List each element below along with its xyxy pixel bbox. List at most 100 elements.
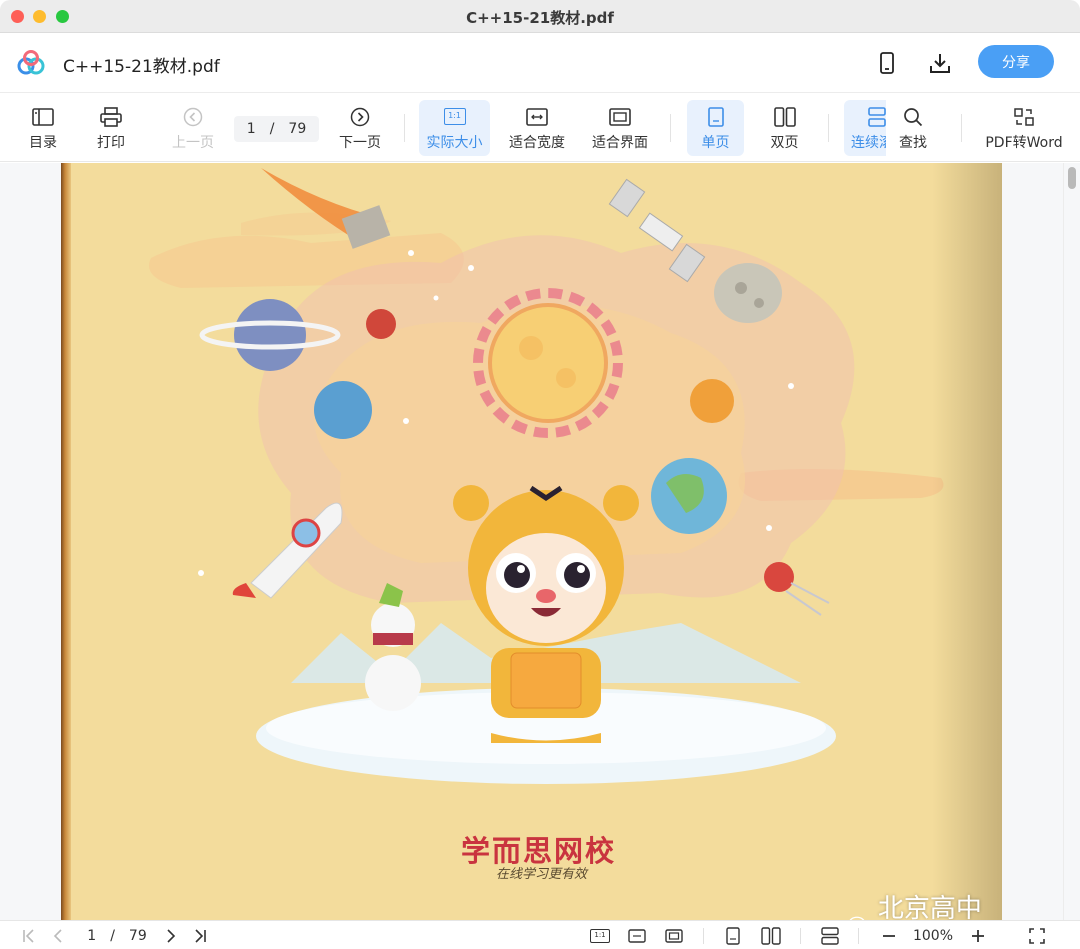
actual-size-label: 实际大小 bbox=[426, 134, 483, 151]
bottom-divider bbox=[800, 928, 801, 944]
continuous-scroll-icon bbox=[868, 106, 886, 127]
printer-icon bbox=[100, 106, 122, 127]
toolbar-divider bbox=[828, 114, 829, 142]
total-pages: 79 bbox=[288, 121, 307, 137]
bottom-total-pages: 79 bbox=[128, 928, 147, 944]
fit-width-icon bbox=[526, 107, 548, 126]
page-shadow bbox=[932, 163, 1002, 920]
toolbar-divider bbox=[670, 114, 671, 142]
find-button[interactable]: 查找 bbox=[889, 100, 937, 156]
minus-icon bbox=[883, 935, 895, 937]
bottom-divider bbox=[858, 928, 859, 944]
double-page-icon bbox=[761, 927, 781, 945]
actual-size-icon: 1:1 bbox=[590, 929, 610, 943]
print-label: 打印 bbox=[97, 134, 125, 151]
toc-label: 目录 bbox=[29, 134, 57, 151]
fit-page-button[interactable]: 适合界面 bbox=[586, 100, 654, 156]
fit-width-icon bbox=[628, 929, 646, 943]
double-page-button[interactable]: 双页 bbox=[756, 100, 813, 156]
zoom-level[interactable]: 100% bbox=[906, 925, 960, 947]
document-viewer[interactable]: 学而思网校 在线学习更有效 北京高中学习资料 bbox=[0, 163, 1080, 920]
bottom-divider bbox=[703, 928, 704, 944]
phone-icon bbox=[880, 52, 894, 74]
bottom-prev-page-button[interactable] bbox=[48, 925, 68, 947]
bottom-current-page: 1 bbox=[87, 928, 97, 944]
bottom-single-page-button[interactable] bbox=[722, 925, 744, 947]
scrollbar-thumb[interactable] bbox=[1068, 167, 1076, 189]
chevron-right-circle-icon bbox=[350, 107, 370, 126]
first-page-button[interactable] bbox=[18, 925, 40, 947]
bottom-continuous-button[interactable] bbox=[819, 925, 841, 947]
document-title: C++15-21教材.pdf bbox=[63, 57, 220, 77]
last-page-button[interactable] bbox=[189, 925, 211, 947]
single-page-button[interactable]: 单页 bbox=[687, 100, 744, 156]
toolbar-divider bbox=[404, 114, 405, 142]
single-page-label: 单页 bbox=[701, 134, 730, 151]
pdf-page: 学而思网校 在线学习更有效 北京高中学习资料 bbox=[61, 163, 1002, 920]
zoom-in-button[interactable] bbox=[967, 925, 989, 947]
publisher-slogan: 在线学习更有效 bbox=[496, 867, 588, 882]
find-label: 查找 bbox=[899, 134, 927, 151]
toolbar-divider bbox=[961, 114, 962, 142]
wechat-icon bbox=[849, 916, 865, 920]
pdf-to-word-label: PDF转Word bbox=[985, 134, 1063, 151]
bottom-fit-page-button[interactable] bbox=[663, 925, 685, 947]
chevron-left-icon bbox=[53, 929, 62, 943]
prev-page-button[interactable]: 上一页 bbox=[164, 100, 222, 156]
print-button[interactable]: 打印 bbox=[84, 100, 138, 156]
share-button[interactable]: 分享 bbox=[978, 45, 1054, 78]
current-page: 1 bbox=[246, 121, 256, 137]
fit-page-label: 适合界面 bbox=[592, 134, 648, 151]
chevron-left-circle-icon bbox=[183, 107, 203, 126]
download-icon bbox=[930, 54, 950, 73]
pdf-viewer-window: C++15-21教材.pdf C++15-21教材.pdf 分享 目录 打印 上… bbox=[0, 0, 1080, 949]
download-button[interactable] bbox=[926, 49, 954, 77]
continuous-scroll-label: 连续滚 bbox=[851, 134, 886, 151]
app-header: C++15-21教材.pdf 分享 bbox=[0, 33, 1080, 93]
zoom-out-button[interactable] bbox=[878, 925, 900, 947]
chevron-right-icon bbox=[167, 929, 176, 943]
phone-view-button[interactable] bbox=[873, 49, 901, 77]
first-page-icon bbox=[23, 929, 34, 943]
single-page-icon bbox=[726, 927, 740, 945]
actual-size-button[interactable]: 1:1 实际大小 bbox=[419, 100, 490, 156]
bottom-page-indicator[interactable]: 1 / 79 bbox=[80, 925, 154, 947]
toc-icon bbox=[32, 107, 54, 126]
plus-icon bbox=[972, 930, 984, 942]
window-title: C++15-21教材.pdf bbox=[466, 9, 614, 27]
page-number-input[interactable]: 1 / 79 bbox=[234, 116, 319, 142]
toolbar: 目录 打印 上一页 1 / 79 下一页 1:1 实际大小 适合宽度 适合界面 … bbox=[0, 94, 1080, 162]
fit-page-icon bbox=[609, 107, 631, 126]
fit-width-button[interactable]: 适合宽度 bbox=[503, 100, 571, 156]
bottom-page-separator: / bbox=[110, 928, 115, 944]
bottom-bar: 1 / 79 1:1 100% bbox=[0, 920, 1080, 949]
watermark: 北京高中学习资料 bbox=[848, 888, 1002, 920]
cover-illustration bbox=[149, 168, 944, 784]
last-page-icon bbox=[195, 929, 206, 943]
pdf-to-word-button[interactable]: PDF转Word bbox=[980, 100, 1068, 156]
bottom-fit-width-button[interactable] bbox=[626, 925, 648, 947]
vertical-scrollbar[interactable] bbox=[1063, 163, 1080, 920]
fullscreen-button[interactable] bbox=[1026, 925, 1048, 947]
toc-button[interactable]: 目录 bbox=[16, 100, 70, 156]
double-page-icon bbox=[773, 106, 796, 127]
search-icon bbox=[904, 107, 923, 126]
continuous-scroll-icon bbox=[821, 927, 839, 945]
next-page-button[interactable]: 下一页 bbox=[331, 100, 389, 156]
continuous-scroll-button[interactable]: 连续滚 bbox=[844, 100, 886, 156]
title-bar: C++15-21教材.pdf bbox=[0, 0, 1080, 33]
bottom-next-page-button[interactable] bbox=[161, 925, 181, 947]
fit-page-icon bbox=[665, 929, 683, 943]
fullscreen-icon bbox=[1029, 928, 1045, 944]
single-page-icon bbox=[707, 106, 724, 127]
prev-page-label: 上一页 bbox=[172, 134, 214, 151]
actual-size-icon: 1:1 bbox=[443, 108, 466, 125]
convert-icon bbox=[1014, 107, 1034, 126]
bottom-double-page-button[interactable] bbox=[759, 925, 783, 947]
fit-width-label: 适合宽度 bbox=[509, 134, 565, 151]
next-page-label: 下一页 bbox=[339, 134, 381, 151]
watermark-text: 北京高中学习资料 bbox=[877, 894, 982, 920]
double-page-label: 双页 bbox=[770, 134, 799, 151]
bottom-actual-size-button[interactable]: 1:1 bbox=[589, 925, 611, 947]
page-separator: / bbox=[269, 121, 275, 137]
